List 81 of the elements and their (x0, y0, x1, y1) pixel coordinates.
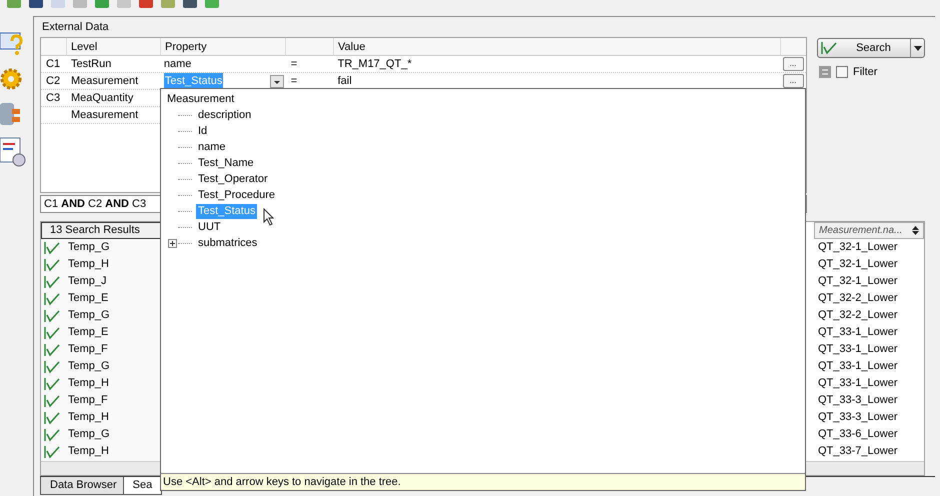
row-index: C2 (46, 74, 60, 87)
check-icon (44, 376, 60, 390)
column-header: Value (334, 38, 781, 55)
sort-icon[interactable] (912, 226, 919, 235)
result-name: Temp_H (68, 444, 109, 460)
measurement-cell-text: QT_33-1_Lower (818, 359, 898, 374)
hint-bar: Use <Alt> and arrow keys to navigate in the tree. (161, 473, 805, 490)
result-name: Temp_E (68, 325, 108, 340)
check-icon (44, 410, 60, 424)
tree-item[interactable]: Id (196, 124, 210, 138)
check-icon (44, 258, 60, 272)
measurement-cell-text: QT_33-6_Lower (818, 427, 898, 442)
check-icon (821, 41, 837, 55)
question-icon[interactable] (0, 31, 24, 57)
result-name: Temp_G (68, 359, 110, 374)
tree-item[interactable]: submatrices (196, 236, 260, 250)
result-name: Temp_G (68, 427, 110, 442)
expand-icon[interactable] (168, 238, 177, 248)
result-name: Temp_E (68, 291, 108, 306)
result-name: Temp_F (68, 393, 108, 408)
mouse-cursor-icon (263, 208, 276, 226)
level-cell: MeaQuantity (70, 92, 134, 104)
result-name: Temp_G (68, 240, 110, 256)
results-count-header: 13 Search Results (41, 222, 161, 239)
filter-label: Filter (853, 65, 878, 80)
tab[interactable]: Sea (122, 477, 162, 495)
check-icon (44, 428, 60, 442)
check-icon (44, 274, 60, 288)
tree-item[interactable]: UUT (196, 220, 223, 234)
check-icon (44, 444, 60, 458)
measurement-cell-text: QT_33-1_Lower (818, 376, 898, 392)
check-icon (44, 326, 60, 340)
result-name: Temp_F (68, 342, 108, 358)
tree-item[interactable]: name (196, 140, 228, 154)
browse-button[interactable]: ... (782, 57, 804, 71)
search-button[interactable]: Search (817, 38, 925, 58)
measurement-cell-text: QT_32-2_Lower (818, 308, 898, 324)
result-name: Temp_G (68, 308, 110, 324)
browse-button[interactable]: ... (782, 74, 804, 88)
measurement-cell-text: QT_32-1_Lower (818, 257, 898, 272)
column-header: Property (161, 38, 286, 55)
measurement-cell-text: QT_33-1_Lower (818, 342, 898, 358)
operator-cell: = (290, 58, 298, 70)
measurement-cell-text: QT_33-7_Lower (818, 444, 898, 460)
check-icon (44, 240, 60, 254)
panel-title: External Data (41, 20, 110, 35)
result-name: Temp_J (68, 274, 107, 290)
result-name: Temp_H (68, 410, 109, 426)
tree-item[interactable]: Test_Operator (196, 172, 270, 186)
tree-item[interactable]: Test_Name (196, 156, 256, 170)
measurement-cell-text: QT_33-1_Lower (818, 325, 898, 340)
value-cell: fail (338, 74, 352, 87)
check-icon (44, 342, 60, 356)
gear-icon[interactable] (0, 67, 24, 91)
result-name: Temp_H (68, 376, 109, 392)
operator-cell: = (290, 74, 298, 87)
measurement-cell-text: QT_33-3_Lower (818, 410, 898, 426)
row-index: C1 (46, 58, 60, 70)
filter-checkbox[interactable] (836, 66, 848, 78)
property-cell-text: name (164, 56, 192, 72)
check-icon (44, 394, 60, 408)
level-cell: Measurement (70, 74, 138, 87)
column-header: Level (67, 38, 161, 55)
measurement-cell-text: QT_32-1_Lower (818, 274, 898, 290)
result-name: Temp_H (68, 257, 109, 272)
value-cell: TR_M17_QT_* (338, 58, 412, 70)
measurement-cell-text: QT_32-2_Lower (818, 291, 898, 306)
tree-item[interactable]: Test_Procedure (196, 188, 278, 202)
check-icon (44, 360, 60, 374)
level-cell: TestRun (70, 58, 112, 70)
row-index: C3 (46, 92, 60, 104)
caret-icon (914, 46, 922, 50)
column-header: Measurement.na... (819, 224, 902, 238)
measurement-cell-text: QT_33-3_Lower (818, 393, 898, 408)
level-cell: Measurement (70, 108, 138, 121)
check-icon (44, 308, 60, 322)
measurement-cell-text: QT_32-1_Lower (818, 240, 898, 256)
report-icon[interactable] (0, 137, 26, 167)
check-icon (44, 292, 60, 306)
tree-root[interactable]: Measurement (167, 91, 805, 107)
tree-item[interactable]: description (196, 108, 254, 122)
